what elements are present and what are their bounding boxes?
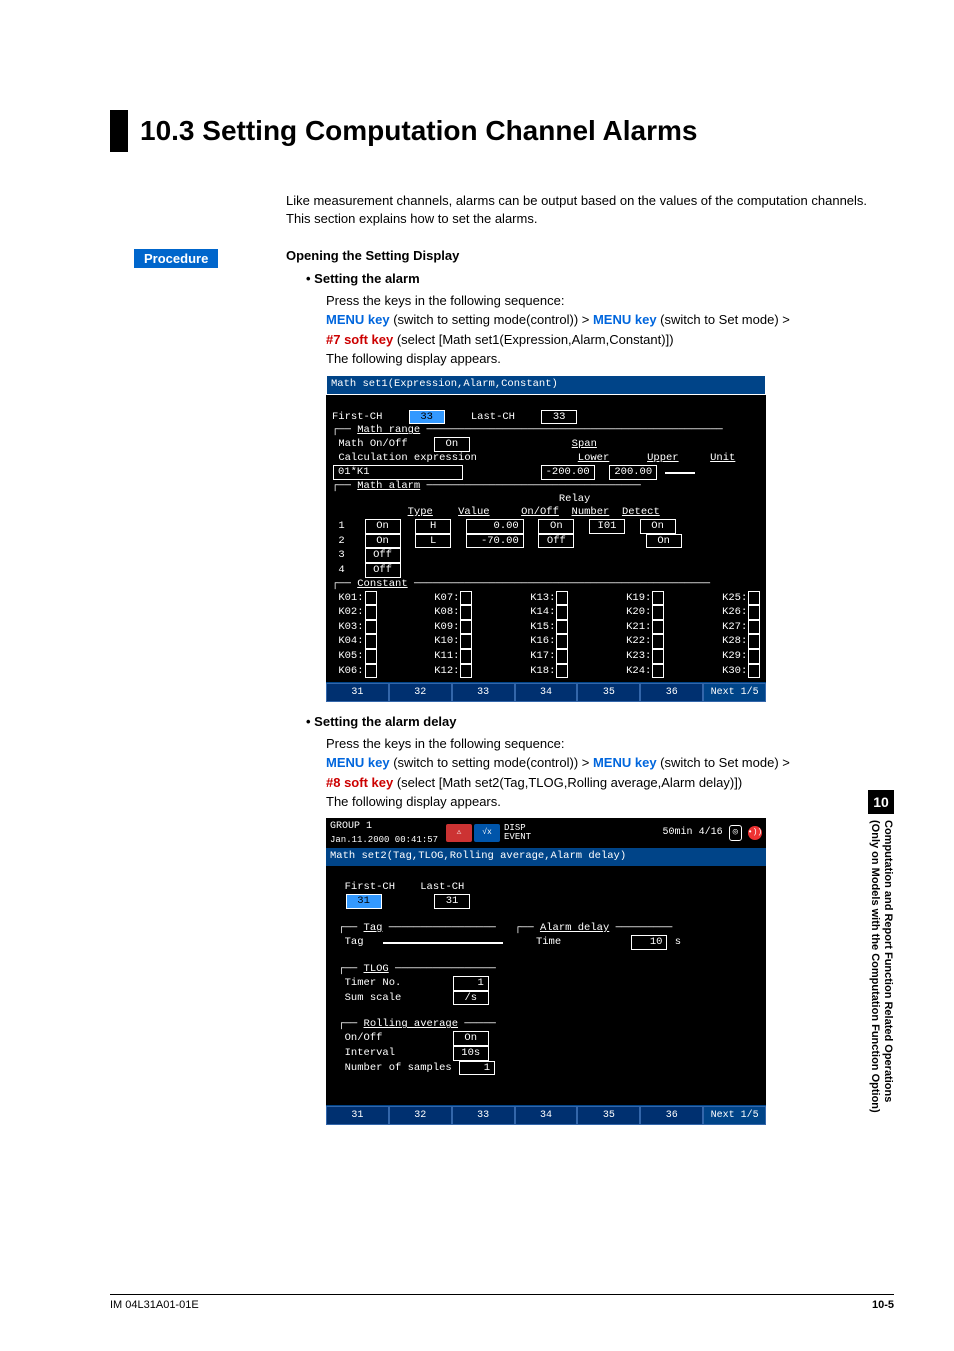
- menu-key-text: MENU key: [326, 312, 390, 327]
- alarm1-type[interactable]: H: [415, 519, 451, 534]
- screen2-title: Math set2(Tag,TLOG,Rolling average,Alarm…: [326, 848, 766, 866]
- title-text: 10.3 Setting Computation Channel Alarms: [140, 115, 697, 147]
- first-ch-field[interactable]: 33: [409, 410, 445, 425]
- alarm-heading: Setting the alarm: [306, 269, 894, 289]
- alarm3-on[interactable]: Off: [365, 548, 401, 563]
- softkey-35[interactable]: 35: [577, 683, 640, 702]
- alarm1-detect[interactable]: On: [640, 519, 676, 534]
- alarm2-on[interactable]: On: [365, 534, 401, 549]
- softkey-36-b[interactable]: 36: [640, 1106, 703, 1125]
- softkey-31-b[interactable]: 31: [326, 1106, 389, 1125]
- softkey-32[interactable]: 32: [389, 683, 452, 702]
- section-title: 10.3 Setting Computation Channel Alarms: [110, 110, 894, 152]
- alarm4-on[interactable]: Off: [365, 563, 401, 578]
- samples-field[interactable]: 1: [459, 1061, 495, 1076]
- disk-icon: ◎: [729, 825, 742, 841]
- screen2-softkey-row: 31 32 33 34 35 36 Next 1/5: [326, 1105, 766, 1125]
- alarm2-detect[interactable]: On: [646, 534, 682, 549]
- softkey-8: #8 soft key: [326, 775, 393, 790]
- menu-key-text-2: MENU key: [593, 312, 657, 327]
- delay-following-line: The following display appears.: [326, 792, 894, 812]
- timer-no-field[interactable]: 1: [453, 976, 489, 991]
- alarm1-on[interactable]: On: [365, 519, 401, 534]
- alarm-keyseq: MENU key (switch to setting mode(control…: [326, 310, 894, 330]
- page-footer: IM 04L31A01-01E 10-5: [110, 1294, 894, 1311]
- alarm1-value[interactable]: 0.00: [466, 519, 524, 534]
- event-label: EVENT: [504, 833, 531, 842]
- delay-press-line: Press the keys in the following sequence…: [326, 734, 894, 754]
- page-number: 10-5: [872, 1299, 894, 1311]
- chapter-tab: 10 Computation and Report Function Relat…: [868, 790, 894, 1200]
- math-onoff-field[interactable]: On: [434, 437, 470, 452]
- screen1-softkey-row: 31 32 33 34 35 36 Next 1/5: [326, 682, 766, 702]
- tag-field[interactable]: [383, 942, 503, 944]
- alarm2-relay[interactable]: Off: [538, 534, 574, 549]
- screen2-header: GROUP 1 Jan.11.2000 00:41:57 ⚠ √x DISP E…: [326, 818, 766, 849]
- alarm-icon: ⚠: [446, 824, 472, 842]
- screen-math-set2: GROUP 1 Jan.11.2000 00:41:57 ⚠ √x DISP E…: [326, 818, 766, 1126]
- delay-softkey-line: #8 soft key (select [Math set2(Tag,TLOG,…: [326, 773, 894, 793]
- intro-paragraph: Like measurement channels, alarms can be…: [286, 192, 894, 228]
- span-lower-field[interactable]: -200.00: [541, 465, 595, 480]
- menu-key-text-3: MENU key: [326, 755, 390, 770]
- group-label: GROUP 1: [330, 821, 372, 832]
- time-chip: 50min: [663, 825, 693, 840]
- title-accent-bar: [110, 110, 128, 152]
- alarm2-type[interactable]: L: [415, 534, 451, 549]
- last-ch-field-2[interactable]: 31: [434, 894, 470, 909]
- manual-id: IM 04L31A01-01E: [110, 1299, 199, 1311]
- alarm1-number[interactable]: I01: [589, 519, 625, 534]
- softkey-7: #7 soft key: [326, 332, 393, 347]
- alarm-press-line: Press the keys in the following sequence…: [326, 291, 894, 311]
- screen1-title: Math set1(Expression,Alarm,Constant): [326, 375, 766, 395]
- alarm2-value[interactable]: -70.00: [466, 534, 524, 549]
- alarm1-relay[interactable]: On: [538, 519, 574, 534]
- opening-heading: Opening the Setting Display: [286, 248, 894, 263]
- delay-keyseq: MENU key (switch to setting mode(control…: [326, 753, 894, 773]
- roll-onoff-field[interactable]: On: [453, 1031, 489, 1046]
- softkey-33[interactable]: 33: [452, 683, 515, 702]
- delay-time-field[interactable]: 10: [631, 935, 667, 950]
- alarm-softkey-line: #7 soft key (select [Math set1(Expressio…: [326, 330, 894, 350]
- softkey-34[interactable]: 34: [515, 683, 578, 702]
- softkey-36[interactable]: 36: [640, 683, 703, 702]
- sum-scale-field[interactable]: /s: [453, 991, 489, 1006]
- softkey-34-b[interactable]: 34: [515, 1106, 578, 1125]
- last-ch-field[interactable]: 33: [541, 410, 577, 425]
- interval-field[interactable]: 10s: [453, 1046, 489, 1061]
- chapter-tab-number: 10: [868, 790, 894, 814]
- chapter-tab-text: Computation and Report Function Related …: [868, 820, 894, 1113]
- softkey-next-b[interactable]: Next 1/5: [703, 1106, 766, 1125]
- page-chip: 4/16: [699, 825, 723, 840]
- alarm-following-line: The following display appears.: [326, 349, 894, 369]
- span-upper-field[interactable]: 200.00: [609, 465, 657, 480]
- softkey-next[interactable]: Next 1/5: [703, 683, 766, 702]
- menu-key-text-4: MENU key: [593, 755, 657, 770]
- softkey-32-b[interactable]: 32: [389, 1106, 452, 1125]
- softkey-35-b[interactable]: 35: [577, 1106, 640, 1125]
- procedure-label: Procedure: [134, 249, 218, 268]
- calc-icon: √x: [474, 824, 500, 842]
- softkey-33-b[interactable]: 33: [452, 1106, 515, 1125]
- calc-expr-field[interactable]: 01*K1: [333, 465, 463, 480]
- record-icon: •)): [748, 826, 762, 840]
- datetime-label: Jan.11.2000 00:41:57: [330, 834, 438, 848]
- first-ch-field-2[interactable]: 31: [346, 894, 382, 909]
- unit-field[interactable]: [665, 472, 695, 474]
- softkey-31[interactable]: 31: [326, 683, 389, 702]
- delay-heading: Setting the alarm delay: [306, 712, 894, 732]
- screen-math-set1: Math set1(Expression,Alarm,Constant) Fir…: [326, 375, 766, 702]
